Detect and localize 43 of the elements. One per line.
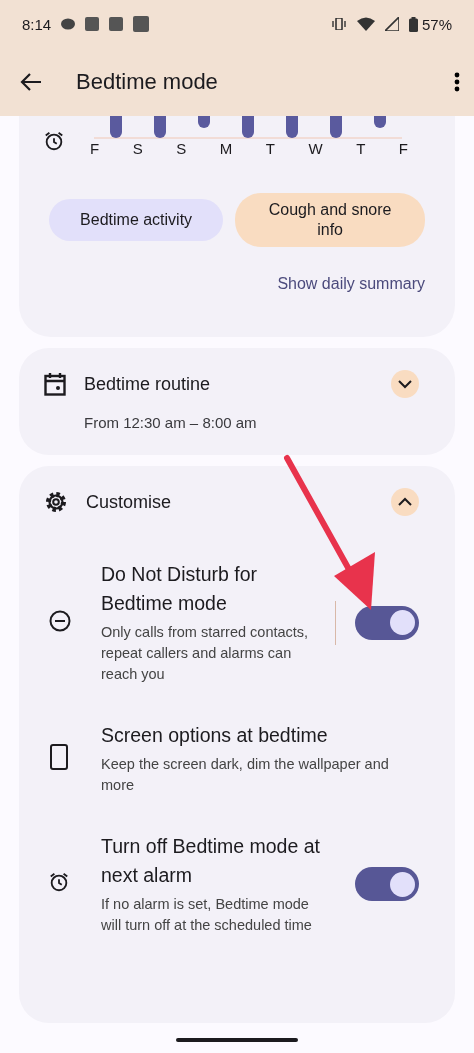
- chevron-up-icon[interactable]: [391, 488, 419, 516]
- day-label: T: [356, 140, 366, 157]
- bedtime-activity-button[interactable]: Bedtime activity: [49, 199, 224, 241]
- day-label: T: [265, 140, 275, 157]
- phone-icon: [48, 743, 70, 770]
- alarm-icon: [43, 130, 65, 152]
- calendar-icon: [44, 372, 66, 396]
- day-label: S: [176, 140, 187, 157]
- setting-description: Keep the screen dark, dim the wallpaper and more: [101, 755, 390, 795]
- setting-title: Do Not Disturb for Bedtime mode: [101, 562, 259, 616]
- settings-icon: [44, 490, 68, 514]
- toggle-switch[interactable]: [355, 605, 419, 640]
- alarm-icon: [48, 871, 70, 893]
- battery-percentage: 57%: [421, 15, 452, 33]
- routine-time-range: From 12:30 am – 8:00 am: [84, 414, 258, 431]
- day-label: W: [308, 140, 323, 157]
- setting-description: Only calls from starred contacts, repeat callers and alarms can reach you: [101, 623, 310, 684]
- day-label: F: [90, 140, 100, 157]
- setting-title: Screen options at bedtime: [101, 723, 329, 748]
- do-not-disturb-icon: [48, 608, 72, 633]
- toggle-switch[interactable]: [355, 867, 419, 901]
- notification-icon: [133, 16, 150, 32]
- vibrate-icon: [330, 18, 347, 30]
- notification-icon: [85, 17, 100, 31]
- battery-icon: [408, 16, 418, 32]
- day-label: M: [219, 140, 233, 157]
- section-title: Bedtime routine: [84, 373, 212, 395]
- back-arrow-icon[interactable]: [20, 72, 42, 92]
- day-label: S: [132, 140, 143, 157]
- cough-snore-info-button[interactable]: Cough and snore info: [235, 193, 425, 247]
- setting-title: Turn off Bedtime mode at next alarm: [101, 834, 321, 888]
- signal-icon: [384, 17, 399, 31]
- clock-time: 8:14: [22, 15, 52, 33]
- show-daily-summary-link[interactable]: Show daily summary: [19, 275, 425, 293]
- day-label: F: [398, 140, 408, 157]
- section-title: Customise: [86, 491, 173, 513]
- chat-icon: [61, 17, 76, 31]
- chevron-down-icon[interactable]: [391, 370, 419, 398]
- screen-title: Bedtime mode: [76, 69, 219, 95]
- setting-description: If no alarm is set, Bedtime mode will turn off at the scheduled time: [101, 895, 313, 935]
- notification-icon: [109, 17, 124, 31]
- wifi-icon: [356, 17, 375, 31]
- more-options-icon[interactable]: [454, 72, 460, 92]
